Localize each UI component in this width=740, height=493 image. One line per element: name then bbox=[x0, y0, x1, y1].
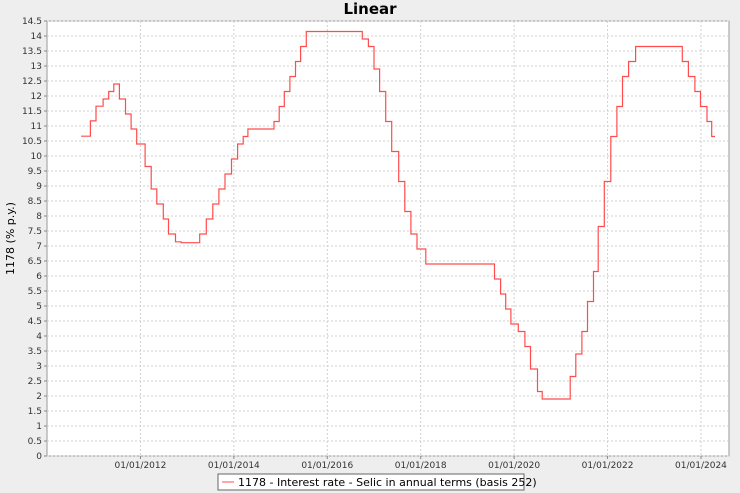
y-tick-label: 14 bbox=[31, 32, 43, 42]
x-tick-label: 01/01/2018 bbox=[395, 461, 447, 471]
y-tick-label: 0 bbox=[36, 452, 42, 462]
y-tick-label: 10 bbox=[31, 152, 43, 162]
y-tick-label: 13 bbox=[31, 62, 42, 72]
y-tick-label: 9 bbox=[36, 182, 42, 192]
y-axis-label: 1178 (% p.y.) bbox=[4, 202, 17, 275]
y-tick-label: 1.5 bbox=[28, 407, 42, 417]
x-tick-label: 01/01/2022 bbox=[582, 461, 634, 471]
y-tick-label: 4 bbox=[36, 332, 42, 342]
y-tick-label: 4.5 bbox=[28, 317, 42, 327]
y-tick-label: 0.5 bbox=[28, 437, 42, 447]
y-tick-label: 7 bbox=[36, 242, 42, 252]
legend: 1178 - Interest rate - Selic in annual t… bbox=[217, 473, 537, 491]
y-tick-label: 2 bbox=[36, 392, 42, 402]
legend-label: 1178 - Interest rate - Selic in annual t… bbox=[238, 476, 537, 489]
y-tick-label: 9.5 bbox=[28, 167, 42, 177]
y-tick-label: 5.5 bbox=[28, 287, 42, 297]
x-tick-label: 01/01/2020 bbox=[488, 461, 540, 471]
y-tick-label: 8 bbox=[36, 212, 42, 222]
y-tick-label: 6 bbox=[36, 272, 42, 282]
chart-container: Linear 0 0.5 1 1.5 2 2.5 3 3.5 4 4.5 5 5.5 6 6.5 7 7.5 8… bbox=[0, 0, 740, 493]
y-tick-label: 12.5 bbox=[22, 77, 42, 87]
y-tick-label: 13.5 bbox=[22, 47, 42, 57]
y-tick-label: 11.5 bbox=[22, 107, 42, 117]
y-tick-label: 6.5 bbox=[28, 257, 42, 267]
plot-area bbox=[46, 20, 730, 457]
y-tick-label: 12 bbox=[31, 92, 42, 102]
x-tick-label: 01/01/2016 bbox=[301, 461, 353, 471]
y-tick-label: 14.5 bbox=[22, 17, 42, 27]
y-tick-label: 11 bbox=[31, 122, 42, 132]
y-tick-label: 10.5 bbox=[22, 137, 42, 147]
x-tick-label: 01/01/2024 bbox=[675, 461, 727, 471]
y-tick-label: 1 bbox=[36, 422, 42, 432]
y-tick-label: 3.5 bbox=[28, 347, 42, 357]
line-chart: Linear 00.511.522.533.544.555.566.577.58… bbox=[0, 0, 740, 493]
y-tick-label: 2.5 bbox=[28, 377, 42, 387]
chart-title: Linear bbox=[343, 0, 397, 18]
y-tick-label: 3 bbox=[36, 362, 42, 372]
y-tick-label: 8.5 bbox=[28, 197, 42, 207]
x-tick-label: 01/01/2014 bbox=[208, 461, 260, 471]
y-tick-label: 7.5 bbox=[28, 227, 42, 237]
x-tick-label: 01/01/2012 bbox=[114, 461, 166, 471]
y-tick-label: 5 bbox=[36, 302, 42, 312]
